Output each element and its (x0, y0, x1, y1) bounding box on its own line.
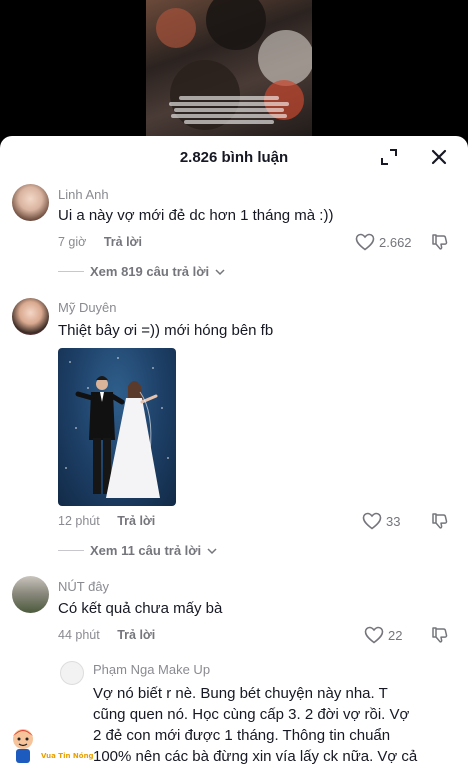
reply-text-line: Vợ nó biết r nè. Bung bét chuyện này nha… (93, 685, 388, 702)
comment-time: 7 giờ (58, 235, 87, 249)
reply-text-line: 2 đẻ con mới được 1 tháng. Thông tin chu… (93, 727, 391, 744)
avatar[interactable] (12, 298, 49, 335)
like-count: 33 (386, 513, 401, 529)
chevron-down-icon (215, 268, 225, 275)
comment-text: Thiệt bây ơi =)) mới hóng bên fb (58, 322, 274, 339)
avatar[interactable] (60, 661, 84, 685)
reply-text-line: 100% nên các bà đừng xin vía lấy ck nữa.… (93, 748, 418, 765)
view-replies-button[interactable]: Xem 819 câu trả lời (58, 264, 225, 279)
video-thumbnail (146, 0, 312, 140)
like-button[interactable]: 33 (362, 512, 400, 530)
comment-photo[interactable] (58, 348, 176, 506)
comment-text: Có kết quả chưa mấy bà (58, 600, 223, 617)
heart-icon (355, 233, 375, 251)
dislike-icon[interactable] (431, 512, 449, 530)
view-replies-button[interactable]: Xem 11 câu trả lời (58, 543, 217, 558)
avatar[interactable] (12, 576, 49, 613)
chevron-down-icon (207, 547, 217, 554)
comment-username[interactable]: NÚT đây (58, 579, 109, 594)
reply-text-line: cũng quen nó. Học cùng cấp 3. 2 đời vợ r… (93, 706, 410, 723)
comments-sheet: 2.826 bình luận Linh Anh Ui a này vợ mới… (0, 136, 468, 774)
comment-meta: 7 giờ Trả lời (58, 235, 142, 249)
comment-meta: 12 phút Trả lời (58, 514, 155, 528)
reply-button[interactable]: Trả lời (104, 235, 142, 249)
wedding-photo (65, 357, 169, 498)
comments-header: 2.826 bình luận (0, 136, 468, 180)
expand-icon[interactable] (380, 148, 398, 166)
video-caption (164, 94, 294, 126)
watermark-text: Vua Tin Nóng (41, 752, 94, 760)
comment-meta: 44 phút Trả lời (58, 628, 155, 642)
view-replies-label: Xem 11 câu trả lời (90, 543, 202, 558)
like-button[interactable]: 2.662 (355, 233, 412, 251)
close-icon[interactable] (429, 147, 449, 167)
avatar[interactable] (12, 184, 49, 221)
comment-text: Ui a này vợ mới đẻ dc hơn 1 tháng mà :)) (58, 207, 334, 224)
like-button[interactable]: 22 (364, 626, 402, 644)
dislike-icon[interactable] (431, 233, 449, 251)
comment-time: 12 phút (58, 514, 100, 528)
watermark-logo: Vua Tin Nóng (8, 726, 94, 766)
like-count: 22 (388, 627, 403, 643)
heart-icon (362, 512, 382, 530)
dislike-icon[interactable] (431, 626, 449, 644)
comment-username[interactable]: Linh Anh (58, 187, 109, 202)
reply-username[interactable]: Phạm Nga Make Up (93, 662, 210, 677)
comment-time: 44 phút (58, 628, 100, 642)
reply-button[interactable]: Trả lời (117, 628, 155, 642)
mascot-icon (13, 729, 33, 763)
comment-username[interactable]: Mỹ Duyên (58, 300, 117, 315)
view-replies-label: Xem 819 câu trả lời (90, 264, 210, 279)
like-count: 2.662 (379, 234, 412, 250)
heart-icon (364, 626, 384, 644)
video-preview[interactable] (0, 0, 468, 140)
reply-button[interactable]: Trả lời (117, 514, 155, 528)
